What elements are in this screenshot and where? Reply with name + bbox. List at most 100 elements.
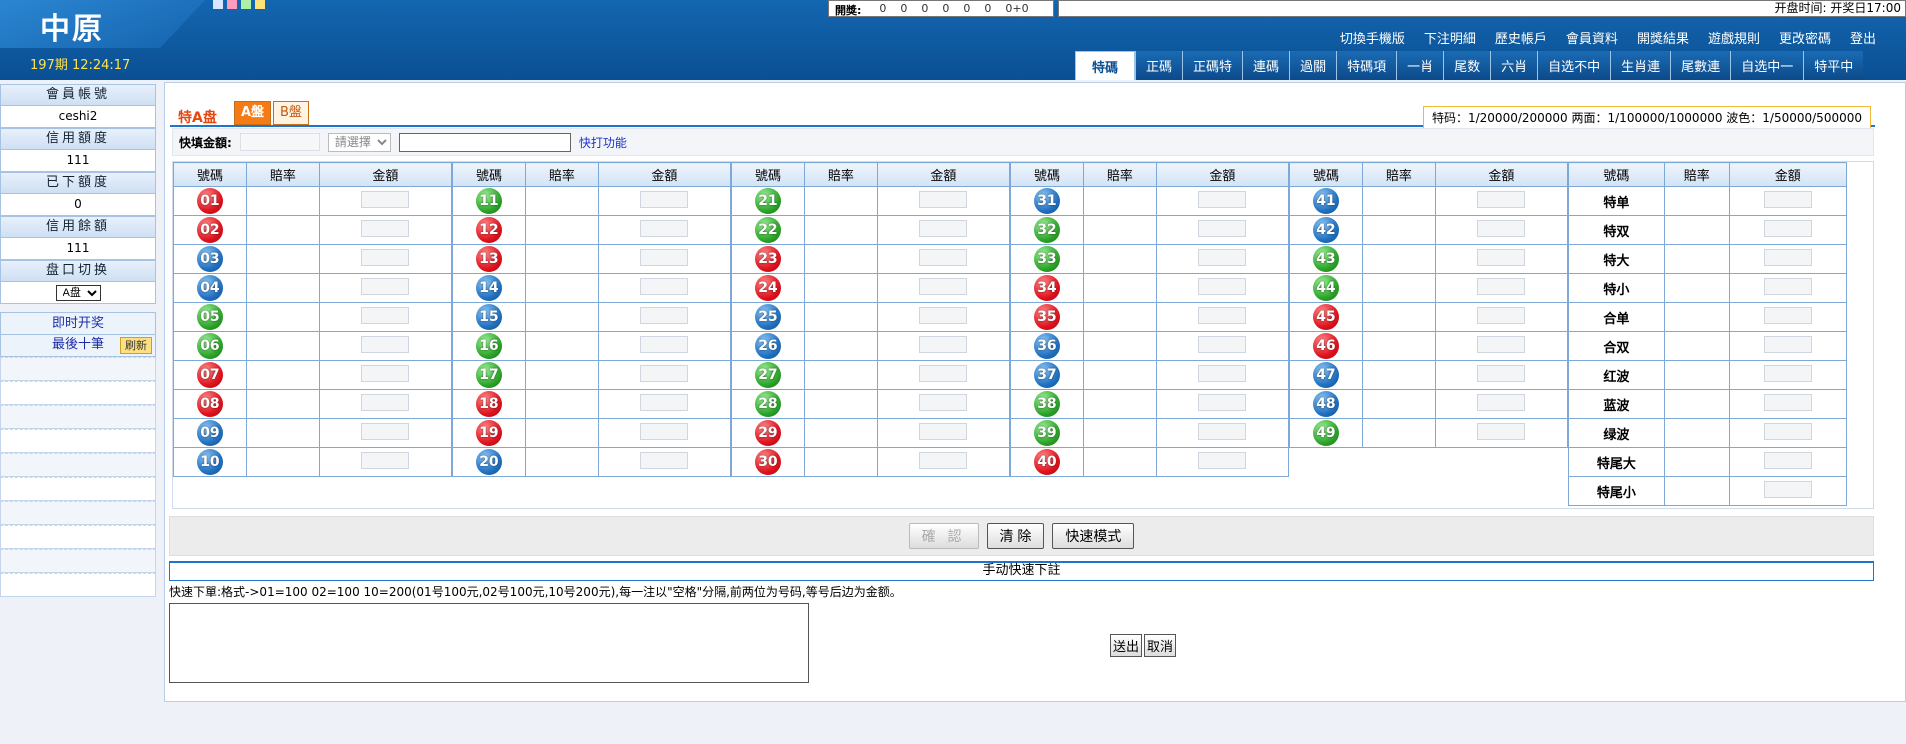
- amount-input[interactable]: [1763, 336, 1812, 353]
- number-ball[interactable]: 05: [196, 304, 223, 330]
- number-ball[interactable]: 20: [475, 449, 502, 475]
- tab-item[interactable]: 尾數連: [1670, 51, 1731, 80]
- tab-item[interactable]: 自选中一: [1730, 51, 1804, 80]
- amount-input[interactable]: [1477, 249, 1526, 266]
- amount-input[interactable]: [640, 336, 689, 353]
- number-ball[interactable]: 39: [1033, 420, 1060, 446]
- amount-input[interactable]: [361, 249, 410, 266]
- number-ball[interactable]: 11: [475, 188, 502, 214]
- top-nav-item[interactable]: 歷史帳戶: [1495, 28, 1547, 47]
- plate-switch-select[interactable]: A盘: [55, 285, 101, 301]
- amount-input[interactable]: [919, 307, 968, 324]
- tab-item[interactable]: 特平中: [1803, 51, 1864, 80]
- top-nav-item[interactable]: 更改密碼: [1779, 28, 1831, 47]
- amount-input[interactable]: [640, 365, 689, 382]
- amount-input[interactable]: [640, 423, 689, 440]
- amount-input[interactable]: [1477, 394, 1526, 411]
- number-ball[interactable]: 01: [196, 188, 223, 214]
- number-ball[interactable]: 22: [754, 217, 781, 243]
- amount-input[interactable]: [361, 394, 410, 411]
- tab-item[interactable]: 特碼項: [1336, 51, 1397, 80]
- number-ball[interactable]: 23: [754, 246, 781, 272]
- number-ball[interactable]: 32: [1033, 217, 1060, 243]
- amount-input[interactable]: [1763, 278, 1812, 295]
- fast-mode-button[interactable]: 快速模式: [1052, 523, 1135, 549]
- cancel-button[interactable]: 取消: [1144, 634, 1177, 657]
- number-ball[interactable]: 04: [196, 275, 223, 301]
- theme-square[interactable]: [213, 0, 223, 9]
- amount-input[interactable]: [361, 423, 410, 440]
- refresh-button[interactable]: 刷新: [120, 337, 152, 354]
- number-ball[interactable]: 24: [754, 275, 781, 301]
- number-ball[interactable]: 14: [475, 275, 502, 301]
- number-ball[interactable]: 45: [1312, 304, 1339, 330]
- amount-input[interactable]: [361, 278, 410, 295]
- number-ball[interactable]: 35: [1033, 304, 1060, 330]
- tab-item[interactable]: 正碼特: [1182, 51, 1243, 80]
- number-ball[interactable]: 17: [475, 362, 502, 388]
- amount-input[interactable]: [361, 307, 410, 324]
- amount-input[interactable]: [1198, 336, 1247, 353]
- number-ball[interactable]: 37: [1033, 362, 1060, 388]
- tab-item[interactable]: 六肖: [1490, 51, 1538, 80]
- amount-input[interactable]: [640, 452, 689, 469]
- top-nav-item[interactable]: 登出: [1850, 28, 1876, 47]
- top-nav-item[interactable]: 會員資料: [1566, 28, 1618, 47]
- amount-input[interactable]: [640, 249, 689, 266]
- quick-amount-input[interactable]: [398, 132, 571, 152]
- number-ball[interactable]: 18: [475, 391, 502, 417]
- number-ball[interactable]: 16: [475, 333, 502, 359]
- number-ball[interactable]: 47: [1312, 362, 1339, 388]
- tab-item[interactable]: 特碼: [1075, 51, 1136, 80]
- amount-input[interactable]: [919, 452, 968, 469]
- number-ball[interactable]: 10: [196, 449, 223, 475]
- amount-input[interactable]: [640, 191, 689, 208]
- number-ball[interactable]: 07: [196, 362, 223, 388]
- number-ball[interactable]: 38: [1033, 391, 1060, 417]
- amount-input[interactable]: [1763, 191, 1812, 208]
- number-ball[interactable]: 41: [1312, 188, 1339, 214]
- number-ball[interactable]: 33: [1033, 246, 1060, 272]
- quick-fill-select[interactable]: 請選擇: [327, 132, 391, 152]
- amount-input[interactable]: [1477, 191, 1526, 208]
- amount-input[interactable]: [1763, 249, 1812, 266]
- number-ball[interactable]: 26: [754, 333, 781, 359]
- amount-input[interactable]: [1477, 307, 1526, 324]
- number-ball[interactable]: 31: [1033, 188, 1060, 214]
- amount-input[interactable]: [1477, 365, 1526, 382]
- amount-input[interactable]: [919, 336, 968, 353]
- amount-input[interactable]: [1477, 220, 1526, 237]
- manual-textarea[interactable]: [169, 603, 809, 683]
- number-ball[interactable]: 08: [196, 391, 223, 417]
- amount-input[interactable]: [1763, 365, 1812, 382]
- top-nav-item[interactable]: 開獎結果: [1637, 28, 1689, 47]
- tab-item[interactable]: 正碼: [1135, 51, 1183, 80]
- top-nav-item[interactable]: 下注明細: [1424, 28, 1476, 47]
- plate-a-button[interactable]: A盤: [234, 101, 272, 125]
- theme-square[interactable]: [227, 0, 237, 9]
- amount-input[interactable]: [1763, 394, 1812, 411]
- amount-input[interactable]: [1763, 481, 1812, 498]
- number-ball[interactable]: 02: [196, 217, 223, 243]
- amount-input[interactable]: [1477, 423, 1526, 440]
- quick-play-link[interactable]: 快打功能: [579, 134, 627, 151]
- tab-item[interactable]: 連碼: [1242, 51, 1290, 80]
- theme-square[interactable]: [241, 0, 251, 9]
- amount-input[interactable]: [919, 423, 968, 440]
- number-ball[interactable]: 30: [754, 449, 781, 475]
- number-ball[interactable]: 27: [754, 362, 781, 388]
- amount-input[interactable]: [1763, 307, 1812, 324]
- amount-input[interactable]: [1198, 452, 1247, 469]
- number-ball[interactable]: 36: [1033, 333, 1060, 359]
- amount-input[interactable]: [361, 365, 410, 382]
- confirm-button[interactable]: 確 認: [908, 523, 979, 549]
- theme-square[interactable]: [255, 0, 265, 9]
- tab-item[interactable]: 自选不中: [1537, 51, 1611, 80]
- amount-input[interactable]: [1198, 249, 1247, 266]
- plate-b-button[interactable]: B盤: [273, 101, 309, 125]
- amount-input[interactable]: [640, 278, 689, 295]
- amount-input[interactable]: [1763, 452, 1812, 469]
- amount-input[interactable]: [640, 394, 689, 411]
- amount-input[interactable]: [361, 336, 410, 353]
- tab-item[interactable]: 一肖: [1396, 51, 1444, 80]
